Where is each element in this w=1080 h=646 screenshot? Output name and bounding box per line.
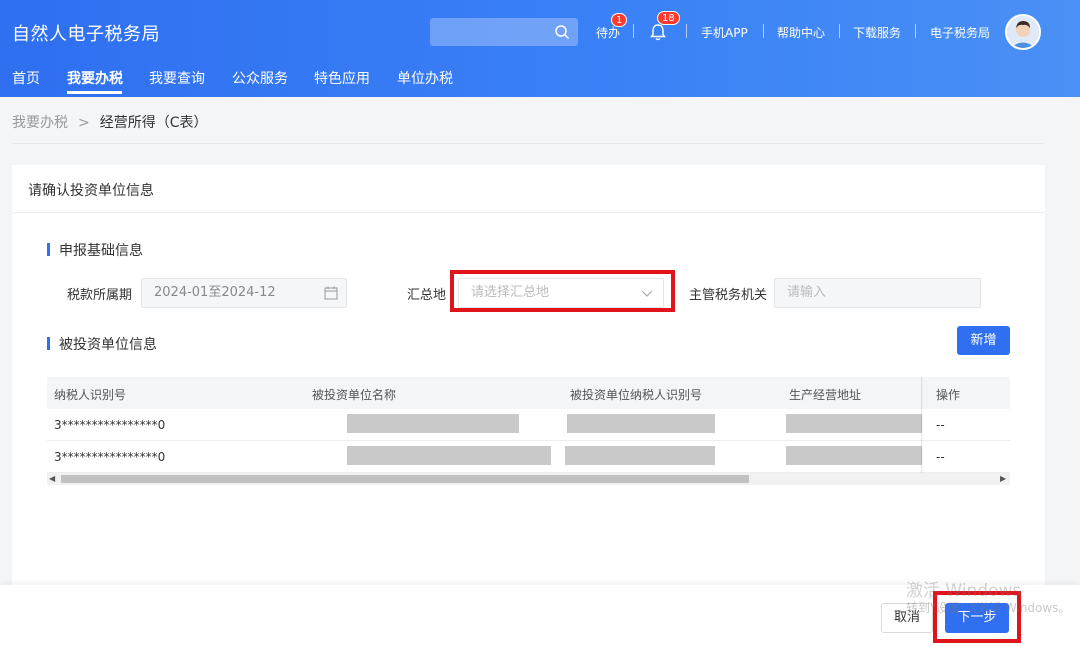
- todo-badge: 1: [611, 13, 628, 27]
- notification-badge: 18: [657, 11, 680, 25]
- redacted-taxpayer-id: [567, 414, 715, 433]
- column-header: 被投资单位纳税人识别号: [570, 388, 703, 402]
- taxpayer-id-cell: 3****************0: [54, 450, 166, 464]
- redacted-taxpayer-id: [565, 446, 715, 465]
- breadcrumb-separator: >: [78, 115, 90, 131]
- scrollbar-thumb[interactable]: [61, 475, 749, 483]
- breadcrumb-parent[interactable]: 我要办税: [12, 115, 68, 131]
- download-service-link[interactable]: 下载服务: [853, 24, 901, 41]
- top-header: 自然人电子税务局 待办 1 18 手机APP 帮助中心 下载服务 电子税务局 首…: [0, 0, 1080, 97]
- header-divider: [915, 24, 916, 38]
- redacted-name: [347, 446, 551, 465]
- table-row[interactable]: 3****************0 --: [47, 409, 1010, 441]
- nav-query[interactable]: 我要查询: [149, 68, 205, 88]
- header-divider: [633, 24, 634, 38]
- table-header: 纳税人识别号 被投资单位名称 被投资单位纳税人识别号 生产经营地址 操作: [47, 377, 1010, 409]
- header-divider: [763, 24, 764, 38]
- search-input[interactable]: [430, 18, 578, 46]
- scroll-left-icon[interactable]: ◀: [49, 475, 57, 483]
- add-button[interactable]: 新增: [957, 326, 1010, 355]
- calendar-icon[interactable]: [324, 286, 338, 300]
- divider: [12, 212, 1045, 213]
- card-title: 请确认投资单位信息: [28, 183, 154, 199]
- nav-active-indicator: [67, 91, 122, 94]
- windows-activation-watermark: 激活 Windows: [906, 581, 1022, 601]
- mobile-app-link[interactable]: 手机APP: [701, 24, 748, 41]
- operation-cell: --: [936, 450, 945, 464]
- highlight-box: [450, 270, 675, 312]
- horizontal-scrollbar[interactable]: ◀ ▶: [47, 473, 1010, 485]
- table-row[interactable]: 3****************0 --: [47, 441, 1010, 473]
- operation-cell: --: [936, 418, 945, 432]
- windows-activation-hint: 转到"设置"以激活 Windows。: [906, 601, 1071, 615]
- breadcrumb: 我要办税 > 经营所得（C表）: [12, 112, 208, 132]
- app-title[interactable]: 自然人电子税务局: [12, 20, 160, 46]
- divider: [12, 143, 1044, 144]
- breadcrumb-current: 经营所得（C表）: [99, 115, 208, 131]
- period-label: 税款所属期: [67, 288, 133, 303]
- nav-unit-tax[interactable]: 单位办税: [397, 68, 453, 88]
- redacted-address: [786, 446, 922, 465]
- header-divider: [686, 24, 687, 38]
- summary-location-label: 汇总地: [407, 288, 447, 303]
- investment-info-card: 请确认投资单位信息 申报基础信息 税款所属期 2024-01至2024-12 汇…: [12, 165, 1045, 585]
- column-header: 生产经营地址: [789, 388, 862, 402]
- search-icon[interactable]: [554, 24, 570, 40]
- tax-authority-label: 主管税务机关: [689, 288, 768, 303]
- redacted-name: [347, 414, 519, 433]
- taxpayer-id-cell: 3****************0: [54, 418, 166, 432]
- column-header: 纳税人识别号: [54, 388, 127, 402]
- column-header: 操作: [936, 388, 961, 402]
- e-tax-bureau-link[interactable]: 电子税务局: [930, 24, 990, 41]
- section-title-invested: 被投资单位信息: [47, 334, 157, 354]
- tax-authority-input[interactable]: 请输入: [774, 278, 981, 308]
- tax-authority-placeholder: 请输入: [787, 285, 827, 300]
- period-field[interactable]: 2024-01至2024-12: [141, 278, 347, 308]
- scroll-right-icon[interactable]: ▶: [1000, 475, 1008, 483]
- column-header: 被投资单位名称: [312, 388, 397, 402]
- nav-public-service[interactable]: 公众服务: [232, 68, 288, 88]
- user-avatar-icon: [1007, 16, 1039, 48]
- avatar[interactable]: [1005, 14, 1041, 50]
- period-value: 2024-01至2024-12: [154, 285, 276, 300]
- nav-home[interactable]: 首页: [12, 68, 40, 88]
- header-divider: [839, 24, 840, 38]
- redacted-address: [786, 414, 922, 433]
- nav-tax-handling[interactable]: 我要办税: [67, 68, 123, 88]
- section-title-basic: 申报基础信息: [47, 240, 143, 260]
- nav-featured-apps[interactable]: 特色应用: [314, 68, 370, 88]
- fixed-column-shadow: [921, 377, 923, 473]
- help-center-link[interactable]: 帮助中心: [777, 24, 825, 41]
